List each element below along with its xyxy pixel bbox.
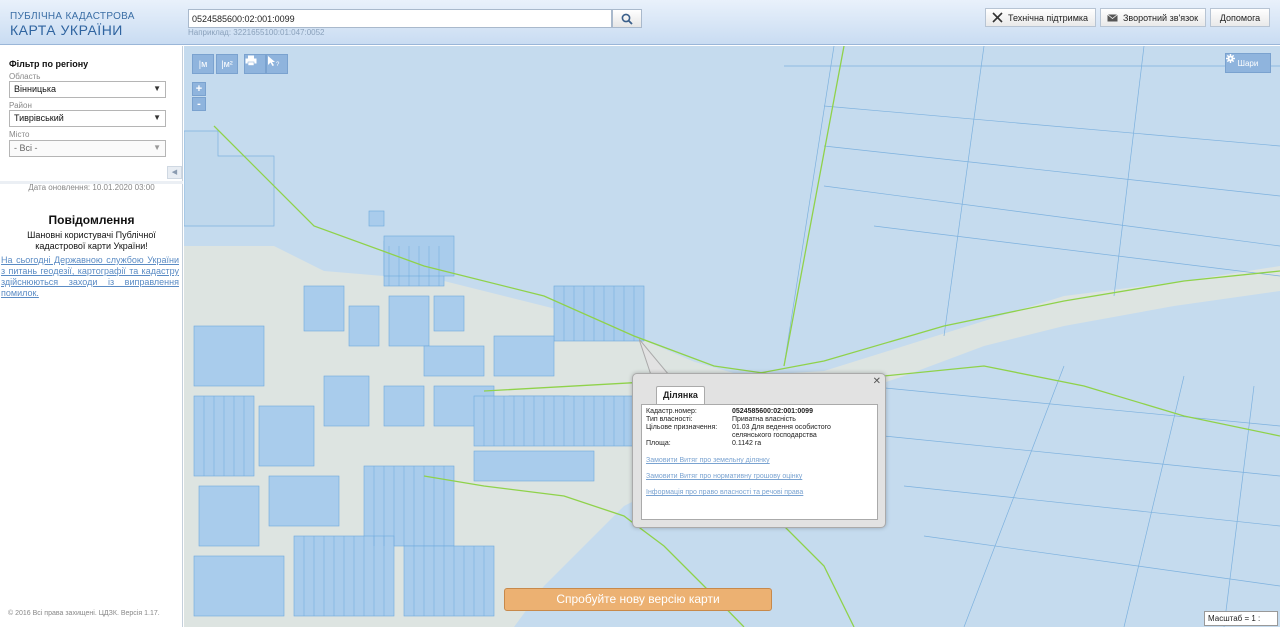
- city-select[interactable]: - Всі - ▼: [9, 140, 166, 157]
- chevron-down-icon: ▼: [153, 143, 161, 152]
- field-label: Тип власності:: [646, 416, 693, 423]
- filter-title: Фільтр по регіону: [9, 59, 89, 69]
- print-button[interactable]: [244, 54, 266, 74]
- zoom-in-button[interactable]: +: [192, 82, 206, 96]
- collapse-sidebar-button[interactable]: ◀: [167, 166, 182, 179]
- search-button[interactable]: [612, 9, 642, 28]
- region-label: Область: [9, 72, 41, 81]
- zoom-out-button[interactable]: -: [192, 97, 206, 111]
- area-value: 0.1142 га: [732, 440, 762, 447]
- cadastral-number-value: 0524585600:02:001:0099: [732, 408, 813, 415]
- order-valuation-link[interactable]: Замовити Витяг про нормативну грошову оц…: [646, 473, 802, 480]
- district-value: Тиврівський: [14, 113, 64, 123]
- sidebar: Фільтр по регіону Область Вінницька ▼ Ра…: [0, 46, 183, 627]
- cadastral-search-input[interactable]: [188, 9, 612, 28]
- logo-title[interactable]: КАРТА УКРАЇНИ: [10, 22, 123, 38]
- layers-label: Шари: [1237, 58, 1259, 68]
- ownership-value: Приватна власність: [732, 416, 796, 423]
- district-label: Район: [9, 101, 32, 110]
- scale-indicator: Масштаб = 1 : 8531: [1204, 611, 1278, 626]
- feedback-button[interactable]: Зворотний зв'язок: [1100, 8, 1206, 27]
- layers-button[interactable]: Шари: [1225, 53, 1271, 73]
- map-layer[interactable]: [184, 46, 1280, 627]
- support-button[interactable]: Технічна підтримка: [985, 8, 1096, 27]
- support-label: Технічна підтримка: [1008, 12, 1089, 23]
- gear-icon: [1226, 54, 1235, 63]
- close-icon[interactable]: ✕: [873, 376, 881, 387]
- notice-title: Повідомлення: [48, 213, 135, 227]
- field-label: Кадастр.номер:: [646, 408, 697, 415]
- field-label: Площа:: [646, 440, 671, 447]
- ownership-info-link[interactable]: Інформація про право власності та речові…: [646, 489, 803, 496]
- chevron-down-icon: ▼: [153, 113, 161, 122]
- header: ПУБЛІЧНА КАДАСТРОВА КАРТА УКРАЇНИ Наприк…: [0, 0, 1280, 45]
- notice-link[interactable]: На сьогодні Державною службою України з …: [1, 255, 179, 299]
- order-extract-link[interactable]: Замовити Витяг про земельну ділянку: [646, 457, 770, 464]
- city-value: - Всі -: [14, 143, 38, 153]
- tools-icon: [992, 12, 1003, 23]
- help-button[interactable]: Допомога: [1210, 8, 1270, 27]
- logo-subtitle[interactable]: ПУБЛІЧНА КАДАСТРОВА: [10, 11, 135, 22]
- cursor-info-icon: ?: [268, 56, 280, 67]
- print-icon: [245, 55, 257, 66]
- measure-area-tool[interactable]: |м²: [216, 54, 238, 74]
- chevron-down-icon: ▼: [153, 84, 161, 93]
- district-select[interactable]: Тиврівський ▼: [9, 110, 166, 127]
- new-version-button[interactable]: Спробуйте нову версію карти: [504, 588, 772, 611]
- help-label: Допомога: [1219, 12, 1261, 23]
- popup-body: Кадастр.номер: 0524585600:02:001:0099 Ти…: [641, 404, 878, 520]
- search-hint: Наприклад: 3221655100:01:047:0052: [188, 28, 325, 37]
- feedback-label: Зворотний зв'язок: [1123, 12, 1199, 23]
- svg-text:?: ?: [276, 62, 280, 67]
- region-select[interactable]: Вінницька ▼: [9, 81, 166, 98]
- field-label: Цільове призначення:: [646, 424, 718, 431]
- popup-tab[interactable]: Ділянка: [656, 386, 705, 404]
- update-date: Дата оновлення: 10.01.2020 03:00: [28, 183, 155, 192]
- city-label: Місто: [9, 130, 30, 139]
- search-icon: [621, 13, 633, 25]
- notice-text: Шановні користувачі Публічної кадастрово…: [27, 230, 156, 251]
- purpose-value: 01.03 Для ведення особистого селянського…: [732, 424, 831, 439]
- map-canvas[interactable]: |м |м² ? + - Шари ✕ Ділянка Кадастр.номе…: [184, 46, 1280, 627]
- info-cursor-tool[interactable]: ?: [266, 54, 288, 74]
- parcel-popup: ✕ Ділянка Кадастр.номер: 0524585600:02:0…: [632, 373, 886, 528]
- region-value: Вінницька: [14, 84, 56, 94]
- copyright: © 2016 Всі права захищені. ЦДЗК. Версія …: [8, 610, 160, 617]
- measure-line-tool[interactable]: |м: [192, 54, 214, 74]
- envelope-icon: [1107, 13, 1118, 21]
